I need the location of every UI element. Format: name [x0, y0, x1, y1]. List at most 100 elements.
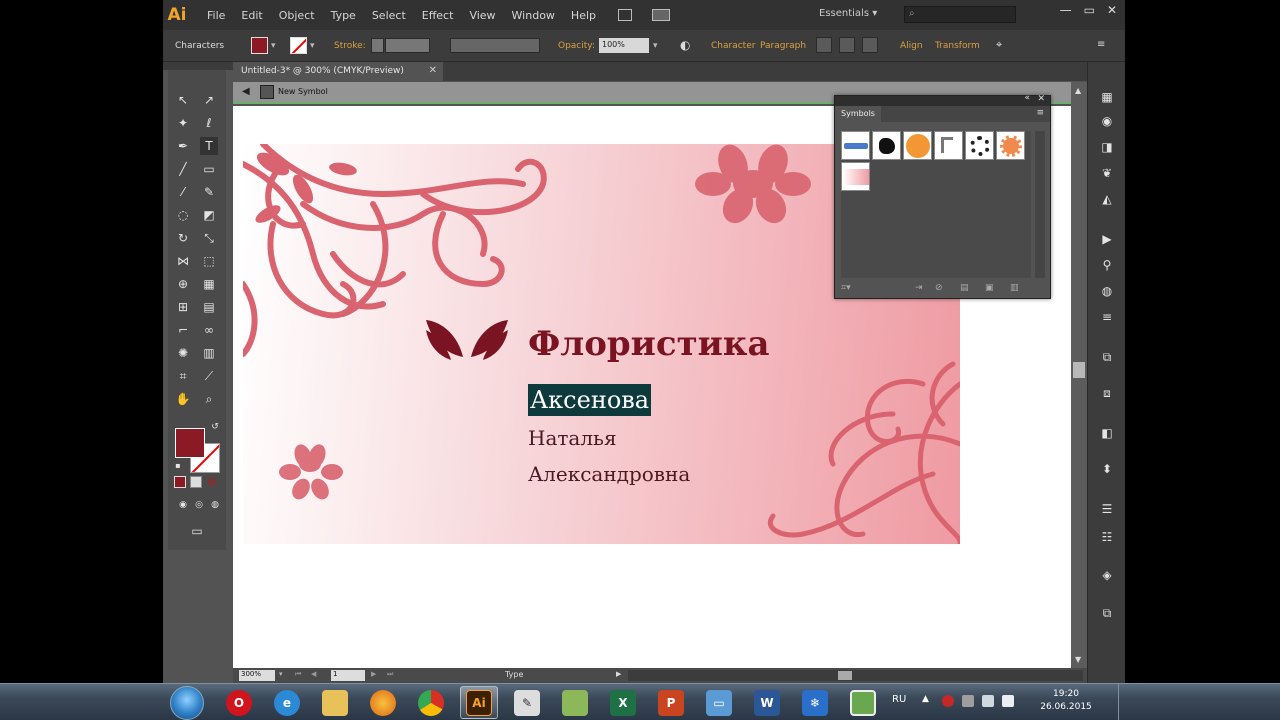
last-artboard-icon[interactable]: ⏭ — [387, 670, 393, 679]
transparency-panel-icon[interactable]: ≡ — [1099, 310, 1115, 324]
hand-tool-icon[interactable]: ✋ — [174, 390, 192, 408]
show-desktop-button[interactable] — [1118, 684, 1128, 720]
taskbar-powerpoint[interactable]: P — [652, 686, 690, 719]
artboard-number-field[interactable]: 1 — [331, 670, 365, 681]
taskbar-word[interactable]: W — [748, 686, 786, 719]
symbol-library-icon[interactable]: ⌗▾ — [841, 283, 851, 293]
taskbar-firefox[interactable] — [364, 686, 402, 719]
color-guide-icon[interactable]: ◉ — [1099, 114, 1115, 128]
taskbar-paint[interactable] — [556, 686, 594, 719]
stroke-stepper[interactable] — [371, 38, 384, 53]
column-graph-tool-icon[interactable]: ▥ — [200, 344, 218, 362]
collapse-panel-icon[interactable]: « — [1024, 93, 1030, 103]
shape-builder-tool-icon[interactable]: ⊕ — [174, 275, 192, 293]
zoom-dropdown-icon[interactable]: ▾ — [279, 670, 283, 678]
language-indicator[interactable]: RU — [892, 694, 906, 705]
pen-tool-icon[interactable]: ✒ — [174, 137, 192, 155]
symbol-bracket-shape[interactable] — [934, 131, 963, 160]
taskbar-internet-explorer[interactable]: e — [268, 686, 306, 719]
menu-select[interactable]: Select — [372, 9, 406, 22]
paintbrush-tool-icon[interactable]: ⁄ — [174, 183, 192, 201]
paragraph-panel-icon[interactable]: ☷ — [1099, 530, 1115, 544]
align-center-button[interactable] — [839, 37, 855, 53]
character-panel-icon[interactable]: ☰ — [1099, 502, 1115, 516]
symbol-orange-circle[interactable] — [903, 131, 932, 160]
brand-title[interactable]: Флористика — [528, 324, 769, 364]
taskbar-clipboard[interactable]: ✎ — [508, 686, 546, 719]
eraser-tool-icon[interactable]: ◩ — [200, 206, 218, 224]
menu-type[interactable]: Type — [331, 9, 356, 22]
symbols-panel-titlebar[interactable]: « ✕ — [835, 93, 1050, 106]
close-tab-icon[interactable]: ✕ — [429, 65, 437, 76]
stroke-weight-field[interactable] — [385, 38, 430, 53]
symbols-tab[interactable]: Symbols — [835, 106, 881, 122]
symbol-sprayer-tool-icon[interactable]: ✺ — [174, 344, 192, 362]
network-icon[interactable] — [982, 695, 994, 707]
close-panel-icon[interactable]: ✕ — [1037, 94, 1045, 104]
symbol-blue-banner[interactable] — [841, 131, 870, 160]
panel-menu-icon[interactable]: ≡ — [1036, 108, 1044, 118]
draw-inside-icon[interactable]: ◍ — [206, 496, 224, 514]
symbol-orange-flower[interactable] — [996, 131, 1025, 160]
stroke-label[interactable]: Stroke: — [334, 41, 366, 51]
opacity-dropdown-icon[interactable]: ▾ — [653, 41, 658, 51]
menu-view[interactable]: View — [469, 9, 495, 22]
symbol-black-splash[interactable] — [872, 131, 901, 160]
taskbar-file-explorer[interactable] — [316, 686, 354, 719]
paragraph-link[interactable]: Paragraph — [760, 41, 806, 51]
stroke-swatch[interactable] — [290, 37, 307, 54]
break-link-icon[interactable]: ⊘ — [935, 283, 943, 293]
control-panel-menu-icon[interactable]: ≡ — [1097, 39, 1105, 50]
delete-symbol-icon[interactable]: ▥ — [1010, 283, 1019, 293]
tools-panel-header[interactable] — [163, 62, 233, 70]
transform-panel-icon[interactable]: ⬍ — [1099, 462, 1115, 476]
rectangle-tool-icon[interactable]: ▭ — [200, 160, 218, 178]
recolor-icon[interactable]: ◐ — [680, 38, 690, 52]
search-input[interactable]: ⌕ — [904, 6, 1016, 23]
direct-selection-tool-icon[interactable]: ↗ — [200, 91, 218, 109]
transform-link[interactable]: Transform — [935, 41, 980, 51]
opacity-field[interactable]: 100% — [599, 38, 649, 53]
menu-edit[interactable]: Edit — [241, 9, 262, 22]
gradient-panel-icon[interactable]: ◍ — [1099, 284, 1115, 298]
volume-icon[interactable] — [1002, 695, 1014, 707]
screen-mode-icon[interactable]: ▭ — [188, 522, 206, 540]
blob-brush-tool-icon[interactable]: ◌ — [174, 206, 192, 224]
document-tab[interactable]: Untitled-3* @ 300% (CMYK/Preview) ✕ — [233, 62, 443, 81]
brushes-panel-icon[interactable]: ❦ — [1099, 166, 1115, 180]
selection-tool-icon[interactable]: ↖ — [174, 91, 192, 109]
swatches-panel-icon[interactable]: ◨ — [1099, 140, 1115, 154]
next-artboard-icon[interactable]: ▶ — [371, 670, 376, 678]
magic-wand-tool-icon[interactable]: ✦ — [174, 114, 192, 132]
width-tool-icon[interactable]: ⋈ — [174, 252, 192, 270]
pencil-tool-icon[interactable]: ✎ — [200, 183, 218, 201]
workspace-switcher[interactable]: Essentials ▾ — [819, 8, 877, 19]
symbol-gear-ring[interactable] — [965, 131, 994, 160]
taskbar-remote-desktop[interactable]: ▭ — [700, 686, 738, 719]
new-symbol-icon[interactable]: ▣ — [985, 283, 994, 293]
clock[interactable]: 19:20 26.06.2015 — [1036, 688, 1096, 714]
menu-help[interactable]: Help — [571, 9, 596, 22]
gradient-mode-button[interactable] — [190, 476, 202, 488]
rotate-tool-icon[interactable]: ↻ — [174, 229, 192, 247]
opacity-label[interactable]: Opacity: — [558, 41, 595, 51]
place-symbol-icon[interactable]: ⇥ — [915, 283, 923, 293]
maximize-button[interactable]: ▭ — [1084, 3, 1095, 17]
character-link[interactable]: Character — [711, 41, 755, 51]
bridge-icon[interactable] — [618, 9, 632, 21]
fill-swatch[interactable] — [251, 37, 268, 54]
align-panel-icon[interactable]: ⧈ — [1099, 386, 1115, 400]
menu-effect[interactable]: Effect — [422, 9, 454, 22]
free-transform-tool-icon[interactable]: ⬚ — [200, 252, 218, 270]
align-right-button[interactable] — [862, 37, 878, 53]
patronymic-text[interactable]: Александровна — [528, 462, 690, 486]
perspective-grid-tool-icon[interactable]: ▦ — [200, 275, 218, 293]
eyedropper-tool-icon[interactable]: ⌐ — [174, 321, 192, 339]
taskbar-image-viewer[interactable] — [844, 686, 882, 719]
scroll-up-icon[interactable]: ▲ — [1075, 86, 1081, 95]
menu-object[interactable]: Object — [279, 9, 315, 22]
antivirus-icon[interactable] — [942, 695, 954, 707]
close-button[interactable]: ✕ — [1107, 3, 1117, 17]
vertical-scroll-thumb[interactable] — [1073, 362, 1085, 378]
type-tool-icon[interactable]: T — [200, 137, 218, 155]
